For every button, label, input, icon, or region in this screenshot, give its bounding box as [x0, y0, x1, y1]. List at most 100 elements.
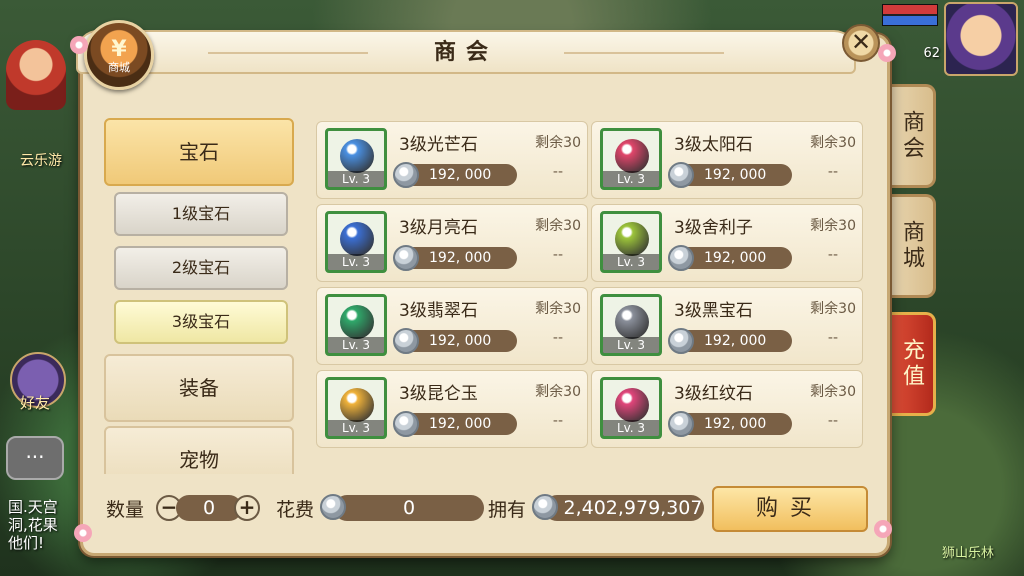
item-level: Lv. 3 [328, 337, 384, 353]
shop-badge-label: 商城 [108, 61, 130, 74]
mascot-avatar[interactable] [6, 40, 66, 110]
item-price-value: 192, 000 [704, 416, 767, 432]
close-button[interactable]: ✕ [842, 24, 880, 62]
hp-mp-bars [882, 4, 938, 26]
item-card[interactable]: Lv. 3 3级舍利子 剩余30 192, 000 -- [591, 204, 863, 282]
subcategory-gem-lv3[interactable]: 3级宝石 [114, 300, 288, 344]
gem-shape [340, 222, 374, 256]
cost-label: 花费 [276, 499, 315, 521]
item-remaining: 剩余30 [535, 301, 581, 317]
flower-decoration [74, 524, 92, 542]
quantity-input[interactable]: 0 [176, 495, 242, 521]
gem-shape [615, 222, 649, 256]
item-status: -- [827, 330, 838, 346]
item-level: Lv. 3 [328, 171, 384, 187]
title-bar: 商会 [76, 30, 856, 74]
tab-shangcheng[interactable]: 商城 [888, 194, 936, 298]
item-level: Lv. 3 [328, 254, 384, 270]
silver-coin-icon [668, 162, 694, 188]
item-name: 3级黑宝石 [674, 301, 753, 321]
gem-icon: Lv. 3 [325, 211, 387, 273]
chat-line: 国.天宫 [8, 498, 58, 516]
own-label: 拥有 [488, 499, 527, 521]
item-level: Lv. 3 [603, 254, 659, 270]
chat-bubble-icon[interactable]: ··· [6, 436, 64, 480]
item-card[interactable]: Lv. 3 3级昆仑玉 剩余30 192, 000 -- [316, 370, 588, 448]
silver-coin-icon [668, 245, 694, 271]
item-level: Lv. 3 [328, 420, 384, 436]
item-status: -- [552, 413, 563, 429]
item-remaining: 剩余30 [535, 218, 581, 234]
subcategory-gem-lv2[interactable]: 2级宝石 [114, 246, 288, 290]
silver-coin-icon [668, 328, 694, 354]
gem-shape [340, 139, 374, 173]
item-card[interactable]: Lv. 3 3级太阳石 剩余30 192, 000 -- [591, 121, 863, 199]
item-price: 192, 000 [668, 162, 792, 188]
gem-shape [340, 388, 374, 422]
own-value: 2,402,979,307 [544, 495, 704, 521]
tab-shanghui[interactable]: 商会 [888, 84, 936, 188]
flower-decoration [878, 44, 896, 62]
player-level: 62 [923, 46, 940, 61]
subcategory-gem-lv1[interactable]: 1级宝石 [114, 192, 288, 236]
item-status: -- [552, 330, 563, 346]
item-level: Lv. 3 [603, 420, 659, 436]
item-name: 3级翡翠石 [399, 301, 478, 321]
silver-coin-icon [393, 162, 419, 188]
item-price-value: 192, 000 [704, 333, 767, 349]
item-remaining: 剩余30 [810, 218, 856, 234]
item-price-value: 192, 000 [429, 250, 492, 266]
item-price-value: 192, 000 [429, 333, 492, 349]
item-status: -- [552, 247, 563, 263]
flower-decoration [874, 520, 892, 538]
gem-icon: Lv. 3 [600, 377, 662, 439]
item-status: -- [552, 164, 563, 180]
item-remaining: 剩余30 [810, 384, 856, 400]
chat-message: 国.天宫 洞,花果 他们! [8, 498, 88, 552]
item-price: 192, 000 [393, 328, 517, 354]
item-price-value: 192, 000 [704, 250, 767, 266]
item-card[interactable]: Lv. 3 3级光芒石 剩余30 192, 000 -- [316, 121, 588, 199]
item-card[interactable]: Lv. 3 3级月亮石 剩余30 192, 000 -- [316, 204, 588, 282]
category-list[interactable]: 宝石 1级宝石 2级宝石 3级宝石 装备 宠物 [104, 116, 296, 474]
quantity-label: 数量 [106, 499, 145, 521]
player-portrait[interactable] [944, 2, 1018, 76]
gem-icon: Lv. 3 [600, 211, 662, 273]
gem-icon: Lv. 3 [325, 294, 387, 356]
item-status: -- [827, 413, 838, 429]
item-level: Lv. 3 [603, 171, 659, 187]
silver-coin-icon [532, 494, 558, 520]
player-name-left: 云乐游 [20, 153, 62, 169]
category-equipment[interactable]: 装备 [104, 354, 294, 422]
item-level: Lv. 3 [603, 337, 659, 353]
item-price-value: 192, 000 [429, 416, 492, 432]
gem-shape [340, 305, 374, 339]
gem-icon: Lv. 3 [600, 294, 662, 356]
item-card[interactable]: Lv. 3 3级红纹石 剩余30 192, 000 -- [591, 370, 863, 448]
item-price: 192, 000 [393, 245, 517, 271]
item-price-value: 192, 000 [429, 167, 492, 183]
item-remaining: 剩余30 [535, 135, 581, 151]
map-name: 狮山乐林 [941, 546, 994, 561]
item-price: 192, 000 [393, 162, 517, 188]
item-price: 192, 000 [668, 411, 792, 437]
title-decoration [564, 52, 724, 54]
item-card[interactable]: Lv. 3 3级黑宝石 剩余30 192, 000 -- [591, 287, 863, 365]
item-remaining: 剩余30 [810, 301, 856, 317]
gem-icon: Lv. 3 [325, 377, 387, 439]
buy-button[interactable]: 购买 [712, 486, 868, 532]
tab-recharge[interactable]: 充值 [888, 312, 936, 416]
item-price: 192, 000 [668, 328, 792, 354]
increase-button[interactable]: + [234, 495, 260, 521]
item-name: 3级太阳石 [674, 135, 753, 155]
page-title: 商会 [433, 40, 498, 65]
silver-coin-icon [393, 411, 419, 437]
item-card[interactable]: Lv. 3 3级翡翠石 剩余30 192, 000 -- [316, 287, 588, 365]
category-pet[interactable]: 宠物 [104, 426, 294, 474]
category-gem[interactable]: 宝石 [104, 118, 294, 186]
item-name: 3级光芒石 [399, 135, 478, 155]
gem-icon: Lv. 3 [325, 128, 387, 190]
friend-label: 好友 [20, 394, 51, 412]
item-price: 192, 000 [393, 411, 517, 437]
item-status: -- [827, 247, 838, 263]
